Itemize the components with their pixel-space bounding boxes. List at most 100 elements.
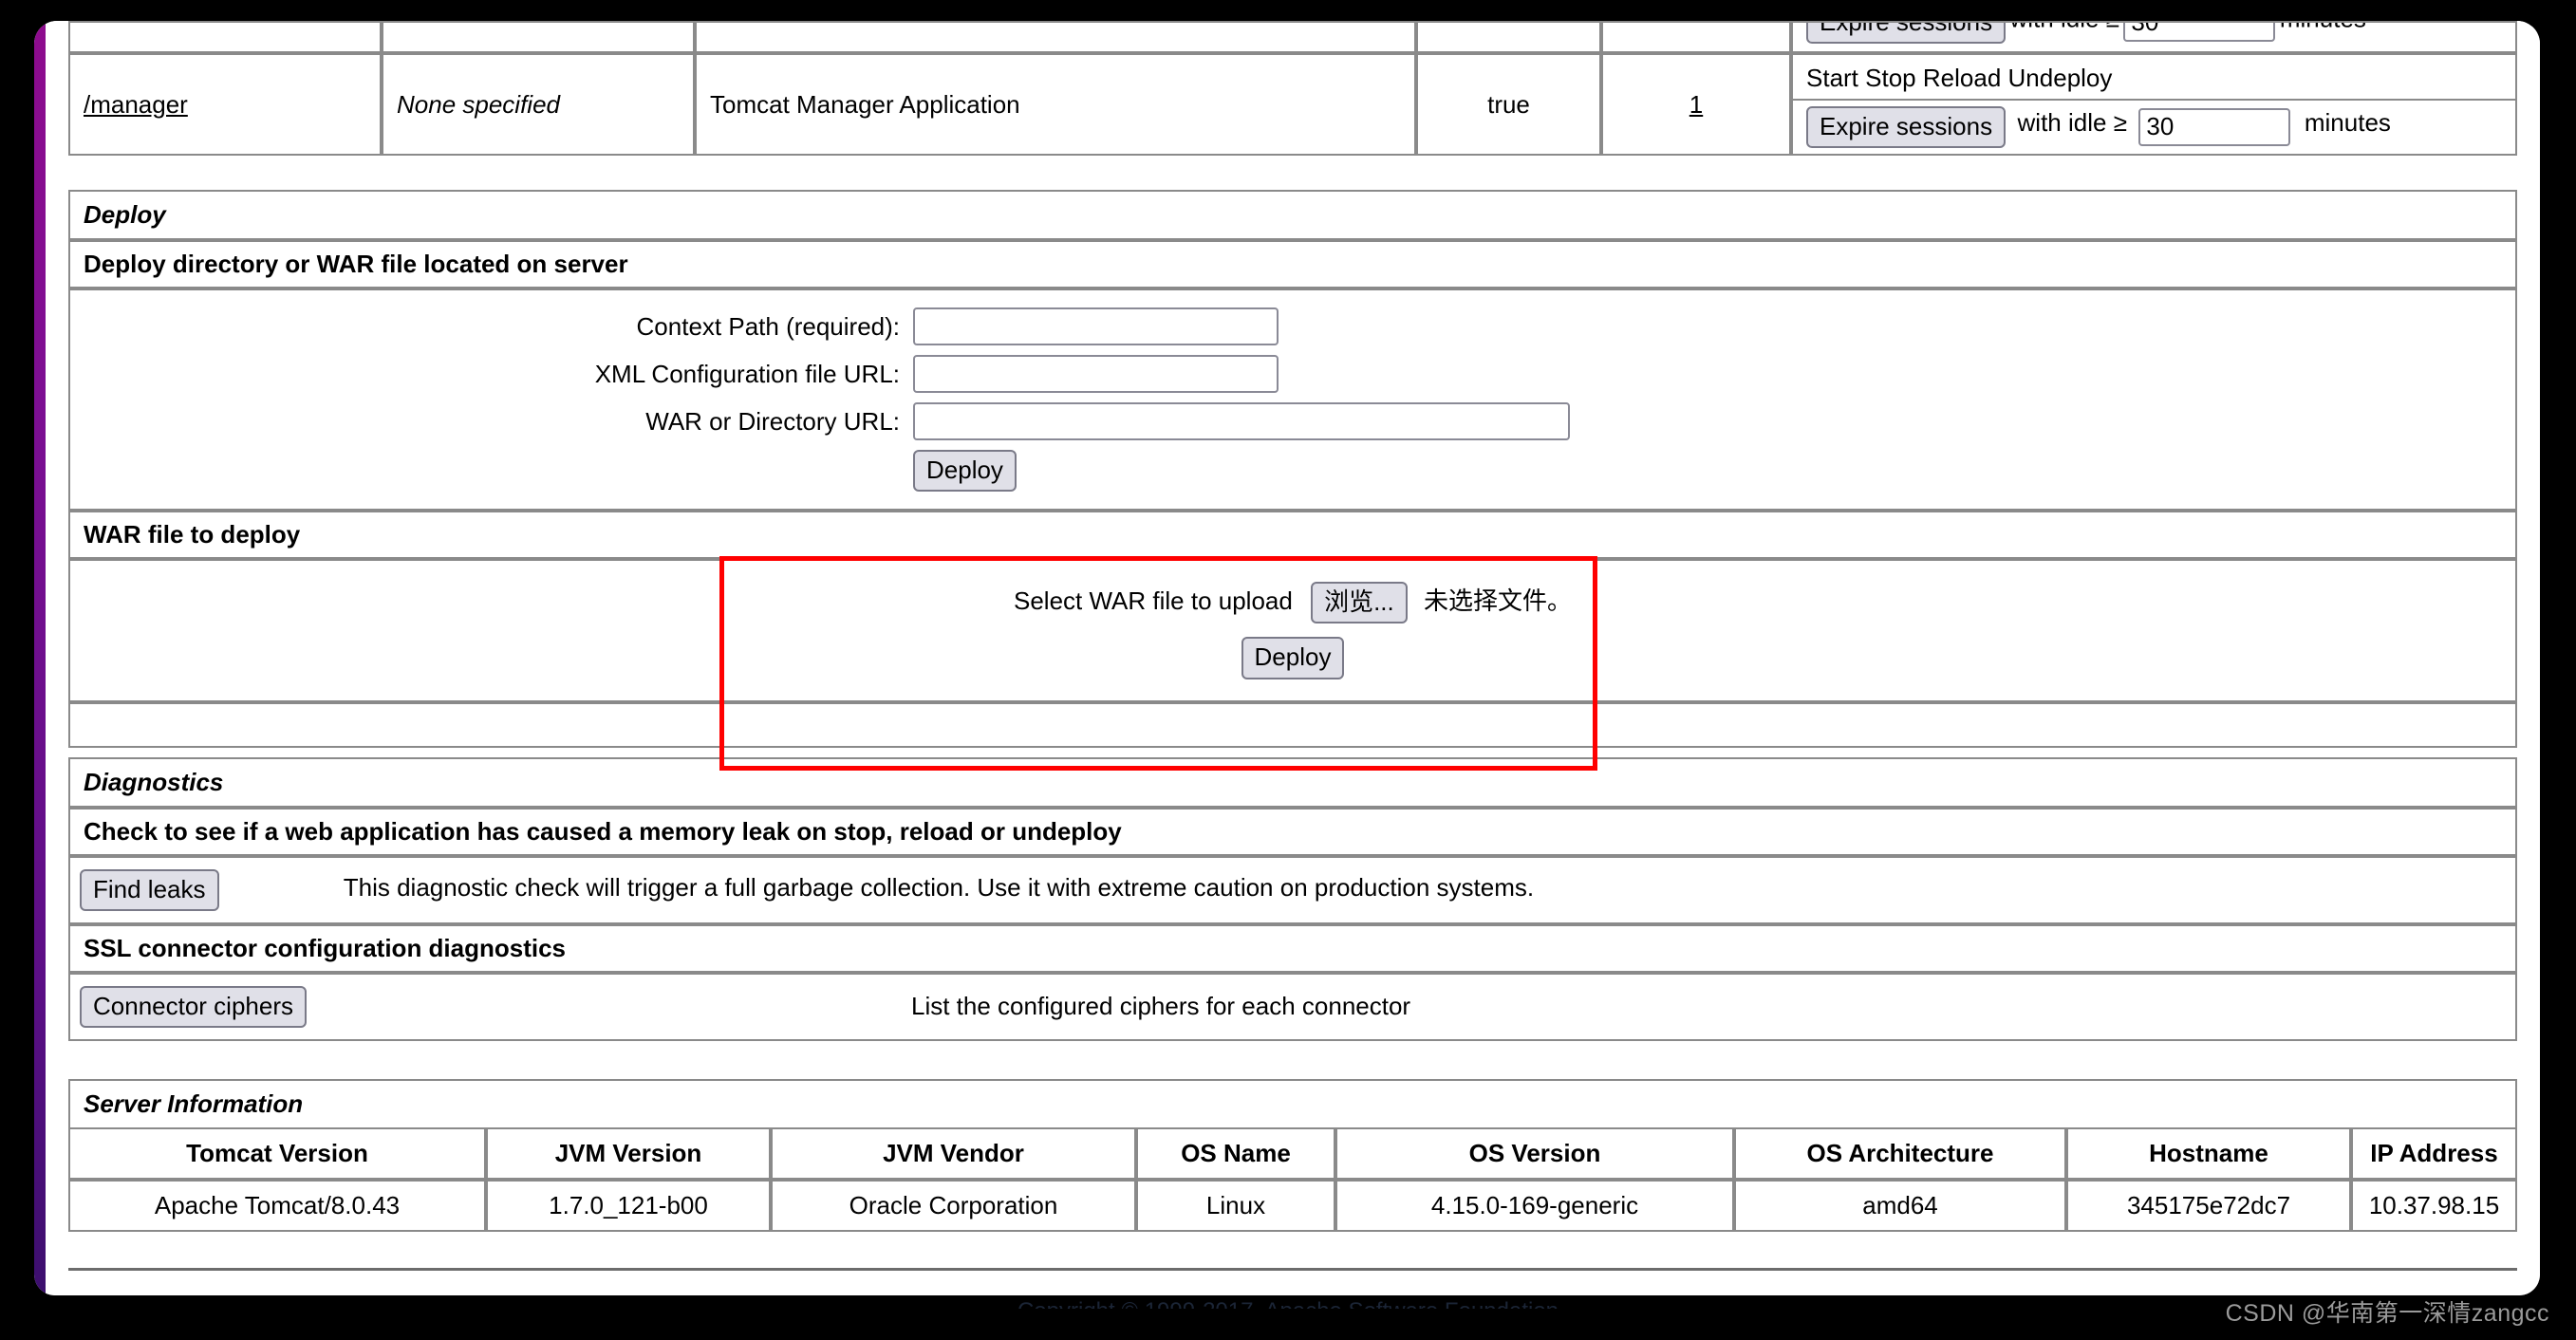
application-row-manager: /manager None specified Tomcat Manager A…: [68, 53, 2517, 157]
deploy-table: Deploy Deploy directory or WAR file loca…: [68, 190, 2517, 748]
upload-deploy-button[interactable]: Deploy: [1241, 637, 1345, 679]
command-undeploy-link[interactable]: Undeploy: [2008, 64, 2113, 92]
find-leaks-button[interactable]: Find leaks: [80, 868, 219, 911]
col-os-architecture: OS Architecture: [1734, 1126, 2066, 1180]
app-description-cell: Tomcat Manager Application: [695, 53, 1416, 157]
applications-table: Expire sessions with idle ≥ 30 minutes /…: [68, 21, 2517, 157]
select-war-label: Select WAR file to upload: [1013, 586, 1293, 616]
val-jvm-version: 1.7.0_121-b00: [486, 1179, 771, 1232]
window-left-edge-accent: [34, 21, 46, 1295]
left-black-band: [0, 0, 34, 1340]
diagnostics-section-title: Diagnostics: [68, 756, 2517, 808]
val-tomcat-version: Apache Tomcat/8.0.43: [68, 1179, 486, 1232]
deploy-section-header-row: Deploy: [68, 190, 2517, 241]
idle-minutes-input[interactable]: 30: [2138, 108, 2291, 147]
tomcat-manager-page: Expire sessions with idle ≥ 30 minutes /…: [46, 21, 2540, 1295]
app-command-links: Start Stop Reload Undeploy: [1793, 55, 2515, 101]
find-leaks-description: This diagnostic check will trigger a ful…: [343, 873, 1535, 903]
col-tomcat-version: Tomcat Version: [68, 1126, 486, 1180]
context-path-row: Context Path (required):: [70, 307, 2515, 346]
top-black-band: [0, 0, 2576, 21]
minutes-label: minutes: [2304, 108, 2391, 138]
green-header-sessions: [1601, 21, 1791, 53]
browse-button[interactable]: 浏览...: [1311, 582, 1408, 624]
diagnostics-section-header-row: Diagnostics: [68, 756, 2517, 808]
memory-leak-subtitle-row: Check to see if a web application has ca…: [68, 807, 2517, 856]
green-header-running: [1416, 21, 1601, 53]
app-sessions-link[interactable]: 1: [1689, 90, 1703, 119]
app-path-link[interactable]: /manager: [84, 90, 188, 119]
xml-config-row: XML Configuration file URL:: [70, 355, 2515, 394]
app-expire-sessions-row: Expire sessions with idle ≥ 30 minutes: [1793, 101, 2515, 154]
war-upload-deploy-row: Deploy: [70, 637, 2515, 679]
context-path-input[interactable]: [913, 307, 1279, 346]
command-reload-link[interactable]: Reload: [1923, 64, 2001, 92]
bottom-black-band: [0, 1309, 2576, 1340]
app-path-cell: /manager: [68, 53, 382, 157]
connector-ciphers-row: Connector ciphers List the configured ci…: [68, 972, 2517, 1041]
connector-ciphers-cell: Connector ciphers List the configured ci…: [68, 972, 2517, 1041]
server-info-title-table: Server Information: [68, 1078, 2517, 1129]
app-commands-cell: Start Stop Reload Undeploy Expire sessio…: [1791, 53, 2517, 157]
war-url-row: WAR or Directory URL:: [70, 402, 2515, 441]
war-upload-picker-row: Select WAR file to upload 浏览... 未选择文件。: [70, 582, 2515, 624]
app-sessions-cell: 1: [1601, 53, 1791, 157]
war-file-subtitle: WAR file to deploy: [68, 511, 2517, 560]
applications-green-header-row: Expire sessions with idle ≥ 30 minutes: [68, 21, 2517, 53]
find-leaks-row: Find leaks This diagnostic check will tr…: [68, 855, 2517, 924]
col-jvm-vendor: JVM Vendor: [771, 1126, 1136, 1180]
val-ip-address: 10.37.98.15: [2351, 1179, 2517, 1232]
col-os-version: OS Version: [1335, 1126, 1734, 1180]
deploy-form-cell: Context Path (required): XML Configurati…: [68, 288, 2517, 512]
val-hostname: 345175e72dc7: [2066, 1179, 2351, 1232]
command-stop-link[interactable]: Stop: [1865, 64, 1916, 92]
war-subtitle-row: WAR file to deploy: [68, 511, 2517, 560]
right-black-band: [2540, 0, 2576, 1340]
idle-label: with idle ≥: [2017, 108, 2127, 138]
browser-window: Expire sessions with idle ≥ 30 minutes /…: [34, 21, 2540, 1295]
context-path-label: Context Path (required):: [636, 311, 900, 341]
app-display-name-cell: None specified: [382, 53, 695, 157]
deploy-server-subtitle-row: Deploy directory or WAR file located on …: [68, 240, 2517, 289]
command-start-link[interactable]: Start: [1806, 64, 1858, 92]
deploy-server-button[interactable]: Deploy: [913, 450, 1017, 493]
deploy-spacer-row: [68, 701, 2517, 748]
deploy-empty-cell: [68, 701, 2517, 748]
green-header-commands: Expire sessions with idle ≥ 30 minutes: [1791, 21, 2517, 53]
deploy-form-row: Context Path (required): XML Configurati…: [68, 288, 2517, 512]
xml-config-label: XML Configuration file URL:: [594, 359, 900, 388]
war-url-label: WAR or Directory URL:: [645, 406, 900, 436]
deploy-button-row: Deploy: [70, 450, 2515, 493]
val-os-name: Linux: [1136, 1179, 1335, 1232]
ssl-subtitle-row: SSL connector configuration diagnostics: [68, 923, 2517, 973]
green-header-display-name: [382, 21, 695, 53]
no-file-selected-text: 未选择文件。: [1423, 586, 1572, 616]
expire-sessions-button-cutoff[interactable]: Expire sessions: [1806, 23, 2007, 45]
server-info-section-header-row: Server Information: [68, 1078, 2517, 1129]
expire-sessions-button[interactable]: Expire sessions: [1806, 106, 2007, 149]
deploy-server-subtitle: Deploy directory or WAR file located on …: [68, 240, 2517, 289]
spacer-after-apps: [46, 156, 2540, 190]
find-leaks-cell: Find leaks This diagnostic check will tr…: [68, 855, 2517, 924]
connector-ciphers-button[interactable]: Connector ciphers: [80, 985, 307, 1028]
spacer-after-diagnostics: [46, 1041, 2540, 1079]
memory-leak-subtitle: Check to see if a web application has ca…: [68, 807, 2517, 856]
war-url-input[interactable]: [913, 402, 1570, 441]
server-info-header-row: Tomcat Version JVM Version JVM Vendor OS…: [68, 1126, 2517, 1180]
val-os-architecture: amd64: [1734, 1179, 2066, 1232]
server-info-section-title: Server Information: [68, 1078, 2517, 1129]
spacer-after-server-info: [46, 1232, 2540, 1268]
col-jvm-version: JVM Version: [486, 1126, 771, 1180]
col-os-name: OS Name: [1136, 1126, 1335, 1180]
green-header-path: [68, 21, 382, 53]
footer-divider: [68, 1267, 2517, 1271]
deploy-section-title: Deploy: [68, 190, 2517, 241]
csdn-watermark: CSDN @华南第一深情zangcc: [2225, 1300, 2549, 1327]
val-jvm-vendor: Oracle Corporation: [771, 1179, 1136, 1232]
idle-minutes-input-cutoff[interactable]: 30: [2123, 23, 2276, 43]
minutes-label-cutoff: minutes: [2280, 23, 2366, 32]
green-header-description: [695, 21, 1416, 53]
col-hostname: Hostname: [2066, 1126, 2351, 1180]
xml-config-input[interactable]: [913, 355, 1279, 394]
app-running-cell: true: [1416, 53, 1601, 157]
